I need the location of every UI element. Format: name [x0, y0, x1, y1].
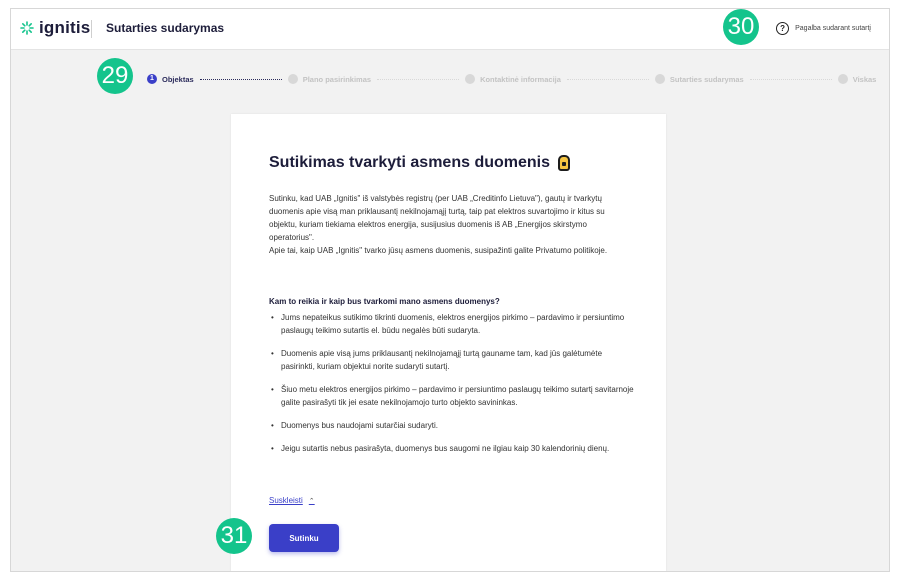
- header-divider: [91, 20, 92, 38]
- consent-text: Sutinku, kad UAB „Ignitis" iš valstybės …: [269, 192, 634, 257]
- collapse-link[interactable]: Suskleisti ⌃: [269, 496, 315, 505]
- consent-paragraph: Sutinku, kad UAB „Ignitis" iš valstybės …: [269, 194, 605, 242]
- consent-title: Sutikimas tvarkyti asmens duomenis: [269, 154, 570, 172]
- step-number-badge: 1: [147, 74, 157, 84]
- help-link[interactable]: ? Pagalba sudarant sutartį: [776, 22, 871, 35]
- step-dot: [654, 74, 665, 84]
- step-kontaktine-informacija: Kontaktinė informacija: [465, 74, 561, 84]
- consent-bullet-list: Jums nepateikus sutikimo tikrinti duomen…: [269, 311, 634, 465]
- list-item: Jeigu sutartis nebus pasirašyta, duomeny…: [269, 442, 634, 455]
- agree-button[interactable]: Sutinku: [269, 524, 339, 552]
- step-connector: [199, 78, 282, 80]
- list-item: Duomenys bus naudojami sutarčiai sudaryt…: [269, 419, 634, 432]
- step-label: Kontaktinė informacija: [480, 74, 561, 84]
- help-label: Pagalba sudarant sutartį: [795, 25, 871, 32]
- step-dot: [465, 74, 476, 84]
- marker-29: 29: [97, 58, 133, 94]
- question-circle-icon: ?: [776, 22, 790, 35]
- step-label: Viskas: [852, 74, 877, 84]
- progress-stepper: 1 Objektas Plano pasirinkimas Kontaktinė…: [147, 74, 876, 84]
- step-connector: [377, 78, 460, 80]
- privacy-paragraph: Apie tai, kaip UAB „Ignitis" tvarko jūsų…: [269, 246, 608, 255]
- step-viskas: Viskas: [837, 74, 877, 84]
- collapse-label: Suskleisti: [269, 496, 303, 505]
- chevron-up-icon: ⌃: [308, 497, 315, 505]
- step-sutarties-sudarymas: Sutarties sudarymas: [654, 74, 744, 84]
- marker-30: 30: [723, 9, 759, 45]
- list-item: Jums nepateikus sutikimo tikrinti duomen…: [269, 311, 634, 337]
- logo-mark-icon: [20, 21, 34, 35]
- app-window: ignitis Sutarties sudarymas ? Pagalba su…: [10, 8, 890, 572]
- lock-icon: [558, 155, 570, 171]
- step-label: Plano pasirinkimas: [302, 74, 372, 84]
- step-plano-pasirinkimas: Plano pasirinkimas: [287, 74, 372, 84]
- consent-title-text: Sutikimas tvarkyti asmens duomenis: [269, 154, 550, 171]
- step-dot: [287, 74, 298, 84]
- consent-card: Sutikimas tvarkyti asmens duomenis Sutin…: [231, 114, 666, 571]
- list-item: Šiuo metu elektros energijos pirkimo – p…: [269, 383, 634, 409]
- step-objektas[interactable]: 1 Objektas: [147, 74, 194, 84]
- step-dot: [837, 74, 848, 84]
- step-label: Objektas: [162, 74, 194, 84]
- step-label: Sutarties sudarymas: [669, 74, 744, 84]
- logo-text: ignitis: [39, 18, 91, 37]
- consent-subheading: Kam to reikia ir kaip bus tvarkomi mano …: [269, 297, 500, 306]
- list-item: Duomenis apie visą jums priklausantį nek…: [269, 347, 634, 373]
- step-connector: [566, 78, 649, 80]
- ignitis-logo[interactable]: ignitis: [19, 18, 90, 38]
- step-connector: [749, 78, 832, 80]
- page-title: Sutarties sudarymas: [106, 21, 225, 35]
- marker-31: 31: [216, 518, 252, 554]
